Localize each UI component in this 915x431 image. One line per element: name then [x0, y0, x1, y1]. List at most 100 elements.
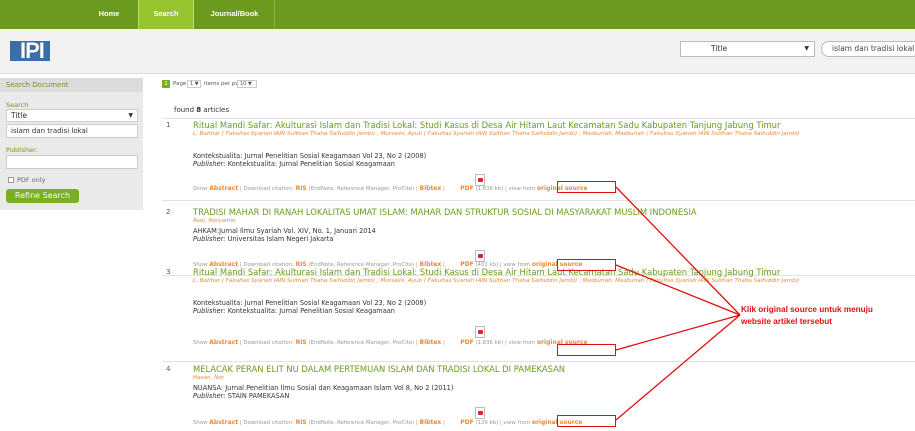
top-nav-bar: Home Search Journal/Book: [0, 0, 915, 29]
article-title[interactable]: MELACAK PERAN ELIT NU DALAM PERTEMUAN IS…: [193, 364, 565, 374]
pdf-icon[interactable]: [475, 326, 485, 338]
highlight-box: [557, 181, 616, 193]
ris-link[interactable]: RIS: [296, 185, 307, 192]
pdf-icon[interactable]: [475, 407, 485, 419]
ris-link[interactable]: RIS: [296, 419, 307, 426]
page-label: Page: [173, 81, 187, 87]
article-item: 1 Ritual Mandi Safar: Akulturasi Islam d…: [162, 120, 915, 198]
article-links: Show Abstract | Download citation: RIS (…: [193, 185, 588, 192]
article-number: 1: [166, 121, 171, 129]
article-title[interactable]: Ritual Mandi Safar: Akulturasi Islam dan…: [193, 120, 780, 130]
sidebar-search-input[interactable]: islam dan tradisi lokal: [6, 124, 138, 138]
show-label: Show: [193, 186, 208, 192]
search-label: Search: [6, 101, 29, 109]
chevron-down-icon: ▼: [247, 81, 252, 87]
pdf-link[interactable]: PDF: [460, 185, 473, 192]
header-field-select[interactable]: Title ▼: [680, 41, 815, 57]
publisher-name: Kontekstualita: Jurnal Penelitian Sosial…: [227, 307, 395, 315]
abstract-link[interactable]: Abstract: [209, 185, 238, 192]
nav-search[interactable]: Search: [138, 0, 194, 29]
items-per-page-value: 10: [240, 81, 247, 87]
bibtex-link[interactable]: Bibtex: [420, 339, 442, 346]
publisher-name: Kontekstualita: Jurnal Penelitian Sosial…: [227, 160, 395, 168]
show-label: Show: [193, 420, 208, 426]
download-label: | Download citation:: [239, 420, 294, 426]
ris-note: (EndNote, Reference Manager, ProCite) |: [308, 420, 418, 426]
publisher-name: STAIN PAMEKASAN: [227, 392, 290, 400]
article-links: Show Abstract | Download citation: RIS (…: [193, 419, 583, 426]
article-source: AHKAM:Jurnal Ilmu Syariah Vol. XIV, No. …: [193, 227, 376, 235]
found-prefix: found: [174, 106, 197, 114]
nav-journal-book[interactable]: Journal/Book: [195, 0, 275, 29]
header: IPI Title ▼ islam dan tradisi lokal: [0, 29, 915, 74]
article-source: Kontekstualita: Jurnal Penelitian Sosial…: [193, 152, 427, 160]
article-authors[interactable]: Asni, Noryamin: [193, 218, 853, 225]
publisher-label: Publisher:: [193, 307, 226, 315]
ris-note: (EndNote, Reference Manager, ProCite) |: [308, 186, 418, 192]
highlight-box: [557, 259, 616, 271]
chevron-down-icon: ▼: [194, 81, 199, 87]
ris-link[interactable]: RIS: [296, 339, 307, 346]
site-logo[interactable]: IPI: [10, 38, 50, 63]
article-title[interactable]: TRADISI MAHAR DI RANAH LOKALITAS UMAT IS…: [193, 207, 697, 217]
header-search-input[interactable]: islam dan tradisi lokal: [821, 41, 915, 57]
ris-note: (EndNote, Reference Manager, ProCite) |: [308, 340, 418, 346]
article-links: Show Abstract | Download citation: RIS (…: [193, 339, 588, 346]
logo-text: IPI: [20, 38, 45, 63]
pdf-link[interactable]: PDF: [460, 339, 473, 346]
abstract-link[interactable]: Abstract: [209, 419, 238, 426]
refine-search-button[interactable]: Refine Search: [6, 189, 79, 203]
download-label: | Download citation:: [239, 340, 294, 346]
article-title[interactable]: Ritual Mandi Safar: Akulturasi Islam dan…: [193, 267, 780, 277]
article-publisher: Publisher: Kontekstualita: Jurnal Peneli…: [193, 160, 395, 168]
article-number: 2: [166, 208, 171, 216]
pdf-size: (1.836 kb) | view from: [475, 186, 536, 192]
pdf-only-label: PDF only: [17, 176, 46, 184]
publisher-label: Publisher:: [193, 160, 226, 168]
article-number: 4: [166, 365, 171, 373]
found-suffix: articles: [201, 106, 230, 114]
show-label: Show: [193, 340, 208, 346]
chevron-down-icon: ▼: [804, 45, 809, 52]
chevron-down-icon: ▼: [128, 112, 133, 119]
results-count: found 8 articles: [174, 106, 229, 114]
publisher-name: Universitas Islam Negeri Jakarta: [227, 235, 334, 243]
pdf-size: (1.836 kb) | view from: [475, 340, 536, 346]
bibtex-link[interactable]: Bibtex: [420, 419, 442, 426]
results-panel: 1 Page 1 ▼ items per page 10 ▼ found 8 a…: [148, 74, 915, 431]
page-select[interactable]: 1 ▼: [187, 80, 201, 88]
header-field-select-value: Title: [711, 44, 728, 53]
abstract-link[interactable]: Abstract: [209, 339, 238, 346]
article-authors[interactable]: L, Bahtiar ( Fakultas Syariah IAIN Sulth…: [193, 131, 853, 138]
article-authors[interactable]: L, Bahtiar ( Fakultas Syariah IAIN Sulth…: [193, 278, 853, 285]
sidebar: Search Document Search Title ▼ islam dan…: [0, 78, 143, 431]
article-publisher: Publisher: Kontekstualita: Jurnal Peneli…: [193, 307, 395, 315]
article-authors[interactable]: Hasan, Nor: [193, 375, 853, 382]
publisher-label: Publisher:: [193, 235, 226, 243]
sidebar-title: Search Document: [0, 78, 143, 92]
current-page[interactable]: 1: [162, 80, 170, 88]
article-source: Kontekstualita: Jurnal Penelitian Sosial…: [193, 299, 427, 307]
pdf-only-checkbox[interactable]: [8, 177, 14, 183]
article-source: NUANSA: Jurnal Penelitian Ilmu Sosial da…: [193, 384, 454, 392]
download-label: | Download citation:: [239, 186, 294, 192]
sidebar-field-select-value: Title: [11, 111, 28, 120]
pdf-link[interactable]: PDF: [460, 419, 473, 426]
items-per-page-select[interactable]: 10 ▼: [237, 80, 257, 88]
article-publisher: Publisher: Universitas Islam Negeri Jaka…: [193, 235, 333, 243]
divider: [162, 118, 915, 119]
pdf-size: (129 kb) | view from: [475, 420, 531, 426]
highlight-box: [557, 415, 616, 427]
highlight-box: [557, 344, 616, 356]
article-item: 4 MELACAK PERAN ELIT NU DALAM PERTEMUAN …: [162, 364, 915, 431]
publisher-label: Publisher:: [6, 146, 38, 154]
article-number: 3: [166, 268, 171, 276]
bibtex-link[interactable]: Bibtex: [420, 185, 442, 192]
publisher-input[interactable]: [6, 155, 138, 169]
divider: [162, 200, 915, 201]
sidebar-field-select[interactable]: Title ▼: [6, 109, 138, 122]
divider: [162, 361, 915, 362]
nav-home[interactable]: Home: [80, 0, 138, 29]
page-select-value: 1: [190, 81, 194, 87]
annotation-callout: Klik original source untuk menuju websit…: [741, 305, 873, 326]
